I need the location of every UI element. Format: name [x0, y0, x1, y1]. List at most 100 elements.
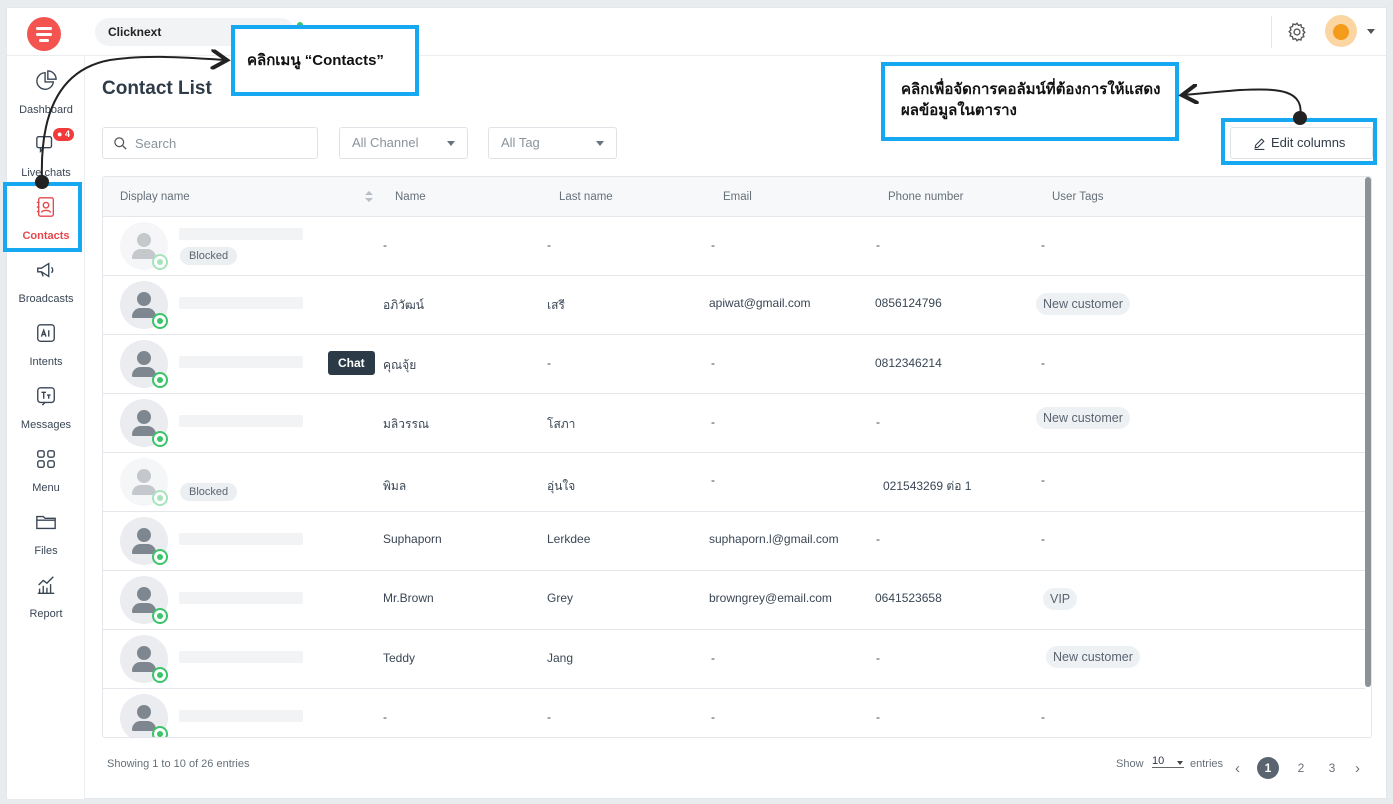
column-header-display-name[interactable]: Display name [120, 177, 190, 217]
cell-name: คุณจุ้ย [383, 358, 417, 372]
cell-name: - [383, 238, 387, 252]
sort-icon[interactable] [365, 191, 373, 203]
table-row[interactable]: Teddy Jang - - New customer [103, 630, 1365, 689]
user-tag: New customer [1046, 646, 1140, 668]
avatar [120, 340, 168, 388]
column-header-user-tags: User Tags [1052, 191, 1104, 203]
cell-phone: - [876, 415, 880, 429]
channel-select[interactable]: All Channel [339, 127, 468, 159]
table-row[interactable]: มลิวรรณ โสภา - - New customer [103, 394, 1365, 453]
display-name-placeholder [179, 710, 303, 722]
cell-name: มลิวรรณ [383, 417, 430, 431]
table-row[interactable]: Blocked - - - - - [103, 217, 1365, 276]
column-header-last-name: Last name [559, 191, 613, 203]
cell-name: Mr.Brown [383, 591, 434, 605]
avatar [120, 694, 168, 737]
page-button-3[interactable]: 3 [1321, 757, 1343, 779]
avatar [120, 399, 168, 447]
user-avatar[interactable] [1325, 15, 1357, 47]
display-name-placeholder [179, 651, 303, 663]
cell-phone: 0856124796 [875, 296, 942, 310]
avatar [120, 576, 168, 624]
tag-select[interactable]: All Tag [488, 127, 617, 159]
megaphone-icon [37, 262, 54, 278]
callout-contacts: คลิกเมนู “Contacts” [231, 25, 419, 96]
cell-email: - [711, 238, 715, 252]
sidebar-item-menu[interactable]: Menu [7, 442, 85, 502]
cell-last-name: โสภา [547, 417, 576, 431]
cell-email: apiwat@gmail.com [709, 296, 811, 310]
line-channel-icon [152, 254, 168, 270]
pie-chart-icon [36, 70, 57, 90]
page-button-1[interactable]: 1 [1257, 757, 1279, 779]
sidebar-item-files[interactable]: Files [7, 505, 85, 565]
sidebar-item-intents[interactable]: Intents [7, 316, 85, 376]
folder-icon [36, 515, 56, 530]
gear-icon[interactable] [1286, 21, 1308, 43]
cell-last-name: เสรี [547, 298, 565, 312]
sidebar-item-label: Messages [20, 419, 72, 431]
chat-tooltip[interactable]: Chat [328, 351, 375, 375]
line-channel-icon [152, 372, 168, 388]
sidebar-item-messages[interactable]: Messages [7, 379, 85, 439]
line-channel-icon [152, 726, 168, 737]
user-tag: New customer [1036, 407, 1130, 429]
cell-last-name: Lerkdee [547, 532, 591, 546]
cell-name: อภิวัฒน์ [383, 298, 424, 312]
unread-badge: ● 4 [53, 128, 74, 141]
cell-last-name: - [547, 356, 551, 370]
table-row[interactable]: - - - - - [103, 689, 1365, 737]
search-input[interactable] [135, 133, 310, 153]
chevron-down-icon[interactable] [1367, 29, 1375, 34]
table-row[interactable]: Suphaporn Lerkdee suphaporn.l@gmail.com … [103, 512, 1365, 571]
chevron-down-icon[interactable] [1177, 761, 1183, 765]
prev-page-icon[interactable]: ‹ [1235, 760, 1240, 777]
user-tag: VIP [1043, 588, 1078, 610]
cell-user-tags: - [1041, 356, 1045, 370]
line-channel-icon [152, 490, 168, 506]
edit-columns-highlight [1221, 118, 1377, 165]
search-box[interactable] [102, 127, 318, 159]
display-name-placeholder [179, 464, 303, 476]
table-row[interactable]: คุณจุ้ย - - 0812346214 - [103, 335, 1365, 394]
cell-phone: 0641523658 [875, 591, 942, 605]
next-page-icon[interactable]: › [1355, 760, 1360, 777]
line-channel-icon [152, 549, 168, 565]
cell-phone: - [876, 532, 880, 546]
display-name-placeholder [179, 415, 303, 427]
logo-icon[interactable] [27, 17, 61, 51]
table-scrollbar[interactable] [1365, 177, 1371, 687]
channel-select-value: All Channel [352, 135, 419, 150]
search-icon [114, 137, 127, 150]
cell-user-tags: - [1041, 532, 1045, 546]
page-button-2[interactable]: 2 [1290, 757, 1312, 779]
cell-email: browngrey@email.com [709, 591, 832, 605]
cell-user-tags: - [1041, 238, 1045, 252]
entries-info: Showing 1 to 10 of 26 entries [107, 758, 250, 770]
cell-phone: 021543269 ต่อ 1 [883, 479, 972, 493]
column-header-email: Email [723, 191, 752, 203]
report-icon [37, 576, 55, 594]
cell-phone: 0812346214 [875, 356, 942, 370]
table-row[interactable]: Mr.Brown Grey browngrey@email.com 064152… [103, 571, 1365, 630]
blocked-badge: Blocked [180, 247, 238, 265]
display-name-placeholder [179, 592, 303, 604]
avatar [120, 458, 168, 506]
sidebar-item-label: Report [29, 608, 63, 620]
chevron-down-icon [447, 141, 455, 146]
table-row[interactable]: Blocked พิมล อุ่นใจ - 021543269 ต่อ 1 - [103, 453, 1365, 512]
avatar [120, 635, 168, 683]
sidebar-item-label: Menu [32, 482, 60, 494]
line-channel-icon [152, 608, 168, 624]
display-name-placeholder [179, 533, 303, 545]
cell-email: - [711, 415, 715, 429]
display-name-placeholder [179, 228, 303, 240]
table-row[interactable]: อภิวัฒน์ เสรี apiwat@gmail.com 085612479… [103, 276, 1365, 335]
sidebar-item-report[interactable]: Report [7, 568, 85, 628]
sidebar-item-dashboard[interactable]: Dashboard [7, 64, 85, 124]
sidebar-item-broadcasts[interactable]: Broadcasts [7, 253, 85, 313]
avatar [120, 281, 168, 329]
contacts-highlight [3, 182, 82, 252]
cell-email: suphaporn.l@gmail.com [709, 532, 839, 546]
cell-email: - [711, 356, 715, 370]
